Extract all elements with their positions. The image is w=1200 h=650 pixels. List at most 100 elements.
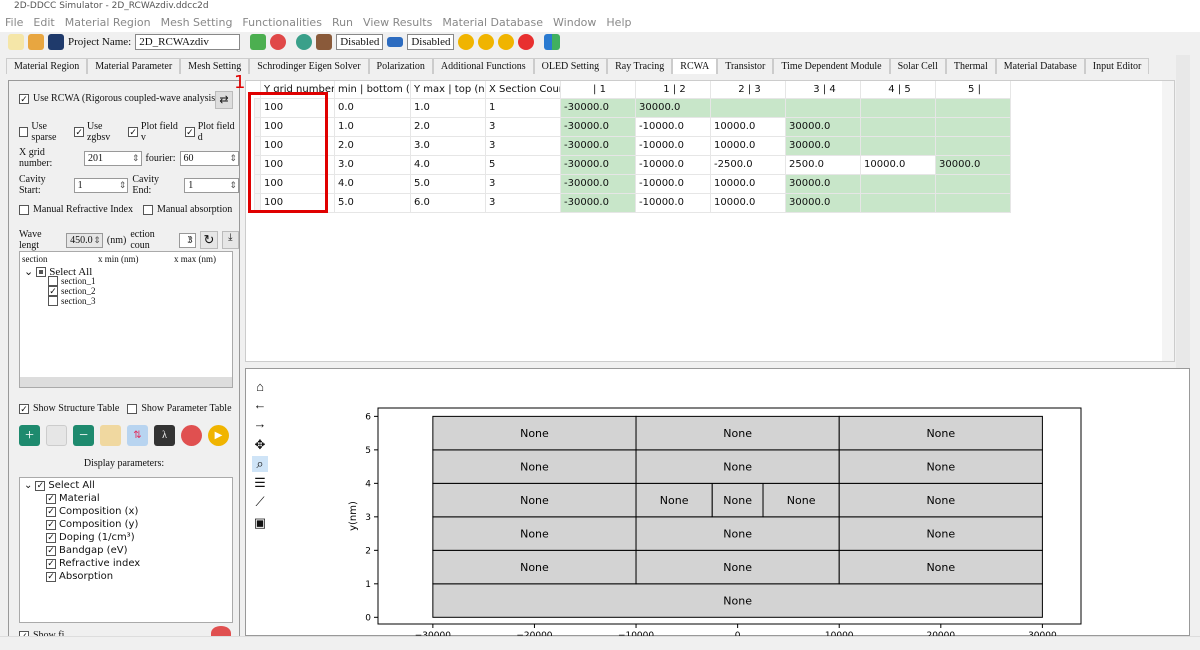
table-cell[interactable]: 10000.0 xyxy=(710,173,786,194)
display-param-item[interactable]: ✓ Material xyxy=(46,493,100,504)
table-cell[interactable]: 3 xyxy=(485,116,561,137)
table-cell[interactable]: 30000.0 xyxy=(635,97,711,118)
column-header[interactable]: 3 | 4 xyxy=(785,81,861,98)
table-cell[interactable] xyxy=(935,173,1011,194)
tab-ray-tracing[interactable]: Ray Tracing xyxy=(607,58,673,74)
table-cell[interactable] xyxy=(935,135,1011,156)
table-cell[interactable]: 6.0 xyxy=(410,192,486,213)
menu-material-database[interactable]: Material Database xyxy=(442,14,543,32)
column-header[interactable]: 2 | 3 xyxy=(710,81,786,98)
reset-section-icon[interactable]: ↻ xyxy=(200,231,218,249)
table-cell[interactable]: -30000.0 xyxy=(560,116,636,137)
tab-solar-cell[interactable]: Solar Cell xyxy=(889,58,946,74)
display-param-checkbox[interactable]: ✓ xyxy=(46,558,56,569)
display-param-item[interactable]: ✓ Composition (y) xyxy=(46,519,138,530)
results-chart-icon[interactable] xyxy=(544,34,561,50)
table-cell[interactable] xyxy=(935,97,1011,118)
use-zgbsv-checkbox[interactable]: ✓ xyxy=(74,127,84,137)
column-header[interactable]: 1 | 2 xyxy=(635,81,711,98)
tab-material-database[interactable]: Material Database xyxy=(995,58,1085,74)
table-cell[interactable]: 4.0 xyxy=(334,173,411,194)
disabled-select-1[interactable]: Disabled xyxy=(336,34,384,50)
table-cell[interactable] xyxy=(860,135,936,156)
table-cell[interactable]: 30000.0 xyxy=(785,173,861,194)
section-count-input[interactable]: 3 xyxy=(178,232,197,248)
play-icon[interactable]: ▶ xyxy=(208,425,229,446)
table-cell[interactable]: 3 xyxy=(485,135,561,156)
sort-icon[interactable]: ⇅ xyxy=(127,425,148,446)
tab-time-dependent-module[interactable]: Time Dependent Module xyxy=(773,58,890,74)
display-param-checkbox[interactable]: ✓ xyxy=(46,506,56,517)
menu-mesh-setting[interactable]: Mesh Setting xyxy=(161,14,233,32)
download-icon[interactable]: ⤓ xyxy=(221,231,239,249)
plot-field-v-checkbox[interactable]: ✓ xyxy=(128,127,138,137)
table-cell[interactable]: 30000.0 xyxy=(785,135,861,156)
menu-view-results[interactable]: View Results xyxy=(363,14,432,32)
table-cell[interactable] xyxy=(710,97,786,118)
tab-oled-setting[interactable]: OLED Setting xyxy=(533,58,608,74)
edit-icon[interactable] xyxy=(46,425,67,446)
use-sparse-checkbox[interactable] xyxy=(19,127,29,137)
menu-help[interactable]: Help xyxy=(606,14,631,32)
plot-field-d-checkbox[interactable]: ✓ xyxy=(185,127,195,137)
display-param-item[interactable]: ✓ Refractive index xyxy=(46,558,140,569)
horizontal-scrollbar[interactable] xyxy=(20,377,232,387)
table-cell[interactable] xyxy=(860,116,936,137)
display-param-checkbox[interactable]: ✓ xyxy=(46,545,56,556)
tab-polarization[interactable]: Polarization xyxy=(368,58,433,74)
chevron-down-icon[interactable]: ⌄ xyxy=(24,480,32,491)
table-cell[interactable]: 5.0 xyxy=(334,192,411,213)
menu-run[interactable]: Run xyxy=(332,14,353,32)
table-cell[interactable]: 10000.0 xyxy=(710,135,786,156)
cavity-start-input[interactable]: 1 xyxy=(73,177,129,193)
show-structure-checkbox[interactable]: ✓ xyxy=(19,403,29,414)
table-cell[interactable] xyxy=(785,97,861,118)
table-cell[interactable]: -30000.0 xyxy=(560,97,636,118)
column-header[interactable]: Y max | top (nm) xyxy=(410,81,486,98)
table-cell[interactable]: -30000.0 xyxy=(560,154,636,175)
table-cell[interactable]: 3 xyxy=(485,192,561,213)
project-name-input[interactable]: 2D_RCWAzdiv xyxy=(135,34,241,50)
column-header[interactable]: 5 | xyxy=(935,81,1011,98)
display-param-item[interactable]: ✓ Doping (1/cm³) xyxy=(46,532,135,543)
menu-edit[interactable]: Edit xyxy=(33,14,54,32)
remove-icon[interactable]: − xyxy=(73,425,94,446)
table-cell[interactable]: 30000.0 xyxy=(935,154,1011,175)
menu-window[interactable]: Window xyxy=(553,14,596,32)
table-cell[interactable]: 0.0 xyxy=(334,97,411,118)
table-cell[interactable] xyxy=(860,173,936,194)
toggle-panel-icon[interactable]: ⇄ xyxy=(215,91,233,109)
table-cell[interactable] xyxy=(860,192,936,213)
table-cell[interactable]: 1.0 xyxy=(410,97,486,118)
stop-section-icon[interactable] xyxy=(181,425,202,446)
manual-abs-checkbox[interactable] xyxy=(142,204,153,215)
menu-material-region[interactable]: Material Region xyxy=(65,14,151,32)
display-param-item[interactable]: ✓ Absorption xyxy=(46,571,113,582)
table-cell[interactable]: 2.0 xyxy=(334,135,411,156)
display-param-checkbox[interactable]: ✓ xyxy=(46,493,56,504)
chevron-down-icon[interactable]: ⌄ xyxy=(24,265,33,278)
tab-transistor[interactable]: Transistor xyxy=(717,58,774,74)
tab-input-editor[interactable]: Input Editor xyxy=(1084,58,1150,74)
table-cell[interactable]: 1.0 xyxy=(334,116,411,137)
run-all-icon[interactable] xyxy=(478,34,495,50)
table-cell[interactable]: 4.0 xyxy=(410,154,486,175)
table-cell[interactable]: -10000.0 xyxy=(635,173,711,194)
reset-icon[interactable] xyxy=(270,34,287,50)
fourier-input[interactable]: 60 xyxy=(179,150,239,166)
table-cell[interactable]: 10000.0 xyxy=(710,116,786,137)
cavity-end-input[interactable]: 1 xyxy=(184,177,240,193)
table-cell[interactable]: -30000.0 xyxy=(560,173,636,194)
table-cell[interactable]: -10000.0 xyxy=(635,135,711,156)
table-cell[interactable] xyxy=(860,97,936,118)
table-cell[interactable]: -30000.0 xyxy=(560,192,636,213)
new-file-icon[interactable] xyxy=(8,34,24,50)
table-cell[interactable]: 2500.0 xyxy=(785,154,861,175)
tab-additional-functions[interactable]: Additional Functions xyxy=(432,58,534,74)
list-icon[interactable] xyxy=(387,37,404,47)
table-cell[interactable]: 30000.0 xyxy=(785,192,861,213)
save-icon[interactable] xyxy=(48,34,64,50)
disabled-select-2[interactable]: Disabled xyxy=(407,34,455,50)
table-cell[interactable]: -2500.0 xyxy=(710,154,786,175)
display-param-item[interactable]: ✓ Bandgap (eV) xyxy=(46,545,127,556)
